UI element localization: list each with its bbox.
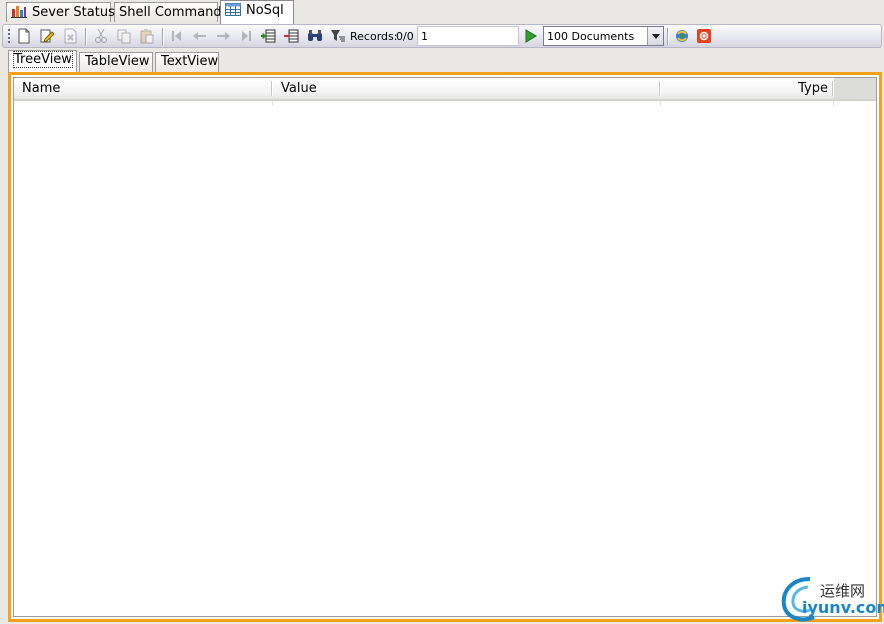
toolbar-separator bbox=[162, 28, 164, 45]
documents-per-page-value: 100 Documents bbox=[547, 30, 635, 43]
records-label: Records: bbox=[350, 30, 398, 43]
toolbar-separator bbox=[85, 28, 87, 45]
watermark-logo: 运维网 iyunv.com bbox=[780, 575, 884, 624]
previous-record-icon[interactable] bbox=[192, 28, 208, 44]
tab-tableview-label: TableView bbox=[85, 54, 150, 69]
find-icon[interactable] bbox=[307, 28, 323, 44]
toolbar-separator bbox=[667, 28, 669, 45]
edit-document-icon[interactable] bbox=[39, 28, 55, 44]
column-header-value[interactable]: Value bbox=[273, 78, 660, 99]
nosql-toolbar: Records: 0/0 1 100 Documents bbox=[2, 24, 882, 48]
chevron-down-icon[interactable] bbox=[647, 27, 663, 45]
column-line bbox=[272, 101, 273, 106]
delete-document-icon[interactable] bbox=[62, 28, 78, 44]
stop-icon[interactable] bbox=[696, 28, 712, 44]
insert-row-icon[interactable] bbox=[260, 28, 276, 44]
tab-shell-command-label: Shell Command bbox=[119, 5, 222, 20]
tab-nosql[interactable]: NoSql bbox=[220, 0, 294, 24]
watermark-url: iyunv.com bbox=[802, 598, 884, 617]
delete-row-icon[interactable] bbox=[283, 28, 299, 44]
document-tab-strip: Sever Status Shell Command NoSql bbox=[0, 0, 884, 24]
tab-shell-command[interactable]: Shell Command bbox=[114, 2, 222, 22]
tree-view-panel: Name Value Type bbox=[8, 72, 882, 622]
last-record-icon[interactable] bbox=[238, 28, 254, 44]
tab-sever-status[interactable]: Sever Status bbox=[6, 2, 115, 22]
column-line bbox=[833, 101, 834, 106]
tab-treeview-label: TreeView bbox=[13, 51, 73, 68]
tab-textview[interactable]: TextView bbox=[155, 52, 219, 72]
filter-icon[interactable] bbox=[330, 28, 346, 44]
tab-tableview[interactable]: TableView bbox=[79, 52, 153, 72]
next-record-icon[interactable] bbox=[215, 28, 231, 44]
column-header-type[interactable]: Type bbox=[661, 78, 833, 99]
column-line bbox=[660, 101, 661, 106]
grid-header: Name Value Type bbox=[14, 78, 876, 101]
records-count: 0/0 bbox=[396, 30, 414, 43]
tab-treeview[interactable]: TreeView bbox=[8, 50, 77, 72]
tab-nosql-label: NoSql bbox=[246, 3, 284, 18]
page-number-input[interactable]: 1 bbox=[417, 26, 519, 46]
toolbar-grip[interactable] bbox=[8, 29, 10, 44]
documents-per-page-select[interactable]: 100 Documents bbox=[543, 26, 664, 46]
run-query-icon[interactable] bbox=[522, 28, 538, 44]
column-header-name[interactable]: Name bbox=[14, 78, 272, 99]
cut-icon[interactable] bbox=[93, 28, 109, 44]
first-record-icon[interactable] bbox=[169, 28, 185, 44]
tab-textview-label: TextView bbox=[161, 54, 219, 69]
chart-icon bbox=[11, 5, 27, 18]
tab-sever-status-label: Sever Status bbox=[32, 5, 115, 20]
paste-icon[interactable] bbox=[139, 28, 155, 44]
header-filler bbox=[834, 78, 876, 99]
new-document-icon[interactable] bbox=[16, 28, 32, 44]
tree-grid[interactable]: Name Value Type bbox=[13, 77, 877, 617]
table-icon bbox=[225, 3, 241, 16]
refresh-connection-icon[interactable] bbox=[674, 28, 690, 44]
copy-icon[interactable] bbox=[116, 28, 132, 44]
